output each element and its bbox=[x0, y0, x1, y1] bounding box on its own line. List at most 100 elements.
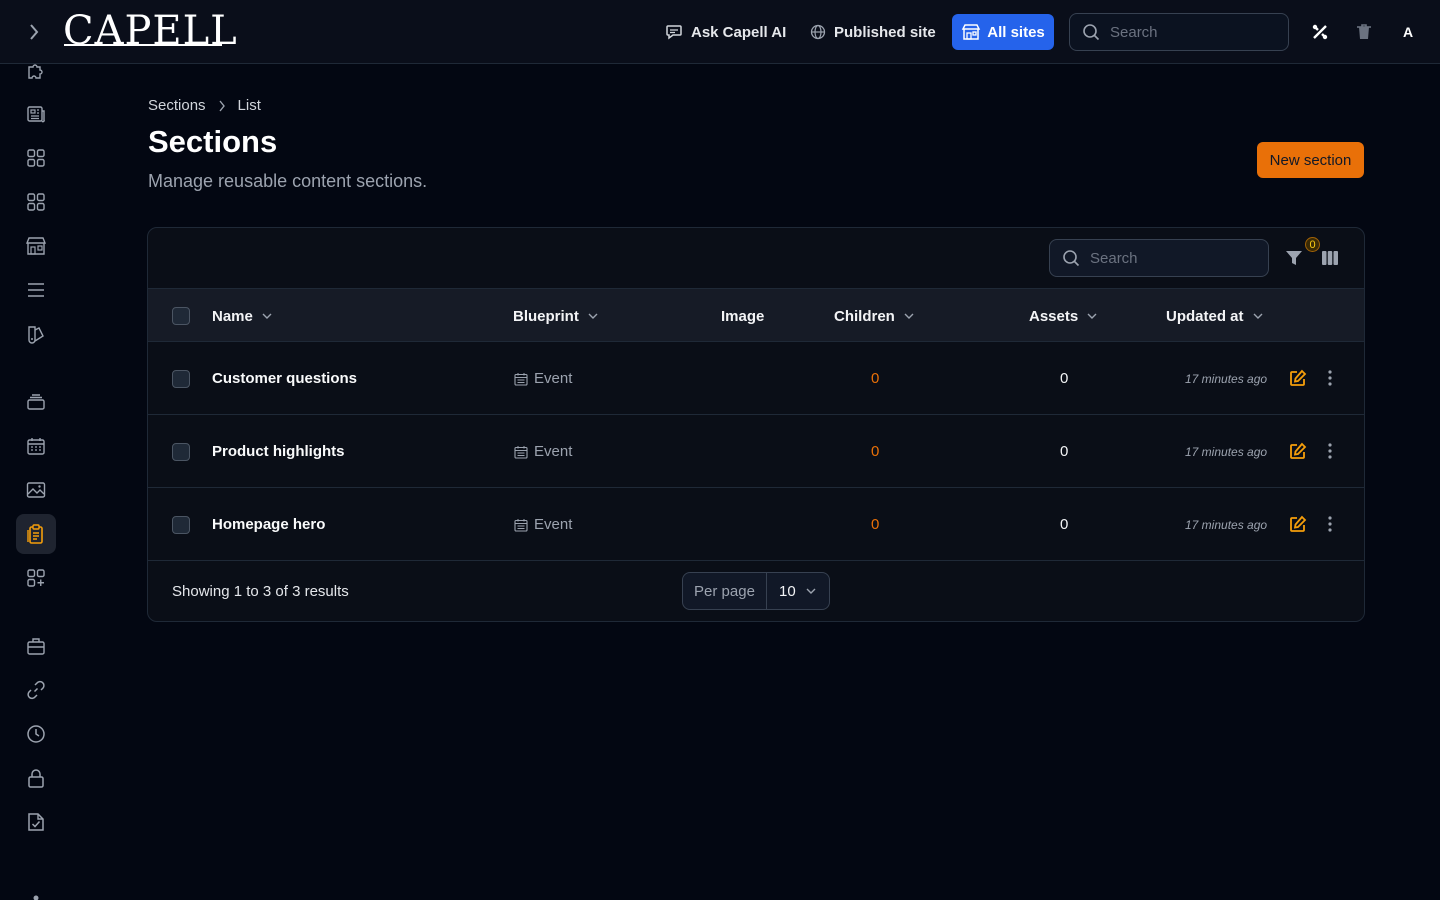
row-checkbox[interactable] bbox=[172, 370, 190, 388]
grid-plus-icon bbox=[27, 569, 45, 587]
row-name[interactable]: Product highlights bbox=[212, 415, 345, 488]
more-actions-icon[interactable] bbox=[1320, 441, 1340, 461]
table-search-input[interactable] bbox=[1090, 249, 1240, 267]
per-page-label: Per page bbox=[683, 573, 767, 609]
chevron-right-icon bbox=[219, 100, 225, 111]
row-children-count: 0 bbox=[871, 443, 880, 460]
sidebar-item-security[interactable] bbox=[16, 758, 56, 798]
table-row[interactable]: Customer questions Event 0 0 17 minutes … bbox=[148, 342, 1364, 415]
sidebar-item-add-blocks[interactable] bbox=[16, 558, 56, 598]
published-site-button[interactable]: Published site bbox=[810, 16, 936, 48]
table-header: Name Blueprint Image Children Assets Upd… bbox=[148, 288, 1364, 343]
sidebar-item-media[interactable] bbox=[16, 470, 56, 510]
filter-icon[interactable] bbox=[1284, 248, 1304, 268]
row-children-count: 0 bbox=[871, 516, 880, 533]
sidebar-expand-chevron-icon[interactable] bbox=[22, 20, 46, 44]
top-bar: CAPELL Ask Capell AI Published site All … bbox=[0, 0, 1440, 64]
sidebar-item-collections[interactable] bbox=[16, 382, 56, 422]
sidebar-item-themes[interactable] bbox=[16, 314, 56, 354]
row-name[interactable]: Homepage hero bbox=[212, 488, 325, 561]
sidebar-item-blocks[interactable] bbox=[16, 138, 56, 178]
sidebar-item-sections[interactable] bbox=[16, 514, 56, 554]
calendar-icon bbox=[27, 438, 45, 455]
row-assets-count: 0 bbox=[1060, 516, 1069, 533]
sidebar-item-history[interactable] bbox=[16, 714, 56, 754]
menu-lines-icon bbox=[28, 283, 44, 297]
edit-icon[interactable] bbox=[1288, 441, 1308, 461]
more-actions-icon[interactable] bbox=[1320, 368, 1340, 388]
global-search-input[interactable] bbox=[1110, 23, 1260, 41]
sections-table-card: 0 Name Blueprint Image Children Assets U… bbox=[147, 227, 1365, 622]
chevron-down-icon bbox=[806, 588, 816, 594]
chevron-down-icon bbox=[1087, 313, 1097, 319]
column-header-assets[interactable]: Assets bbox=[1029, 289, 1098, 343]
row-blueprint: Event bbox=[514, 342, 572, 415]
chat-bubble-icon bbox=[666, 25, 682, 40]
table-search[interactable] bbox=[1049, 239, 1269, 277]
document-check-icon bbox=[28, 813, 44, 831]
row-updated-at: 17 minutes ago bbox=[1185, 444, 1268, 459]
page-title: Sections bbox=[148, 124, 278, 159]
ask-ai-label: Ask Capell AI bbox=[691, 23, 787, 41]
breadcrumb-item-sections[interactable]: Sections bbox=[148, 97, 206, 114]
lock-icon bbox=[28, 769, 44, 788]
table-row[interactable]: Homepage hero Event 0 0 17 minutes ago bbox=[148, 488, 1364, 561]
user-avatar[interactable]: A bbox=[1396, 20, 1420, 44]
trash-icon[interactable] bbox=[1352, 20, 1376, 44]
sidebar-item-links[interactable] bbox=[16, 670, 56, 710]
sidebar-scroll-indicator bbox=[16, 876, 56, 900]
sidebar bbox=[0, 64, 72, 900]
pagination-summary: Showing 1 to 3 of 3 results bbox=[172, 583, 349, 600]
store-icon bbox=[962, 24, 981, 40]
calendar-icon bbox=[514, 445, 528, 459]
tools-icon[interactable] bbox=[1308, 20, 1332, 44]
sidebar-item-pages[interactable] bbox=[16, 94, 56, 134]
breadcrumb: Sections List bbox=[148, 97, 261, 114]
sidebar-item-sites[interactable] bbox=[16, 226, 56, 266]
global-search[interactable] bbox=[1069, 13, 1289, 51]
search-icon bbox=[1083, 24, 1100, 41]
row-name[interactable]: Customer questions bbox=[212, 342, 357, 415]
row-checkbox[interactable] bbox=[172, 443, 190, 461]
row-assets-count: 0 bbox=[1060, 370, 1069, 387]
sidebar-item-components[interactable] bbox=[16, 182, 56, 222]
breadcrumb-item-list: List bbox=[237, 97, 261, 114]
filter-count-badge: 0 bbox=[1305, 237, 1320, 252]
sidebar-item-forms[interactable] bbox=[16, 802, 56, 842]
row-assets-count: 0 bbox=[1060, 443, 1069, 460]
app-logo[interactable]: CAPELL bbox=[63, 8, 238, 54]
row-checkbox[interactable] bbox=[172, 516, 190, 534]
more-actions-icon[interactable] bbox=[1320, 514, 1340, 534]
per-page-select[interactable]: Per page 10 bbox=[682, 572, 830, 610]
puzzle-icon bbox=[28, 64, 43, 79]
link-icon bbox=[27, 680, 45, 700]
calendar-icon bbox=[514, 372, 528, 386]
per-page-value[interactable]: 10 bbox=[767, 573, 829, 609]
sidebar-item-workspace[interactable] bbox=[16, 626, 56, 666]
page-subtitle: Manage reusable content sections. bbox=[148, 171, 428, 191]
select-all-checkbox[interactable] bbox=[172, 307, 190, 325]
new-section-button[interactable]: New section bbox=[1257, 142, 1364, 178]
edit-icon[interactable] bbox=[1288, 368, 1308, 388]
store-icon bbox=[25, 237, 47, 255]
table-row[interactable]: Product highlights Event 0 0 17 minutes … bbox=[148, 415, 1364, 488]
sidebar-item-plugins[interactable] bbox=[16, 51, 56, 91]
chevron-down-icon bbox=[1253, 313, 1263, 319]
columns-icon[interactable] bbox=[1320, 248, 1340, 268]
sidebar-item-navigation[interactable] bbox=[16, 270, 56, 310]
column-header-children[interactable]: Children bbox=[834, 289, 915, 343]
column-header-name[interactable]: Name bbox=[212, 289, 273, 343]
edit-icon[interactable] bbox=[1288, 514, 1308, 534]
all-sites-button[interactable]: All sites bbox=[952, 14, 1054, 50]
column-header-blueprint[interactable]: Blueprint bbox=[513, 289, 599, 343]
ask-ai-button[interactable]: Ask Capell AI bbox=[665, 16, 786, 48]
row-blueprint: Event bbox=[514, 415, 572, 488]
clipboard-icon bbox=[27, 524, 43, 544]
row-updated-at: 17 minutes ago bbox=[1185, 371, 1268, 386]
column-header-updated-at[interactable]: Updated at bbox=[1166, 289, 1264, 343]
row-blueprint: Event bbox=[514, 488, 572, 561]
column-header-image: Image bbox=[721, 307, 765, 325]
grid-icon bbox=[27, 193, 45, 211]
sidebar-item-events[interactable] bbox=[16, 426, 56, 466]
stack-icon bbox=[27, 394, 45, 410]
